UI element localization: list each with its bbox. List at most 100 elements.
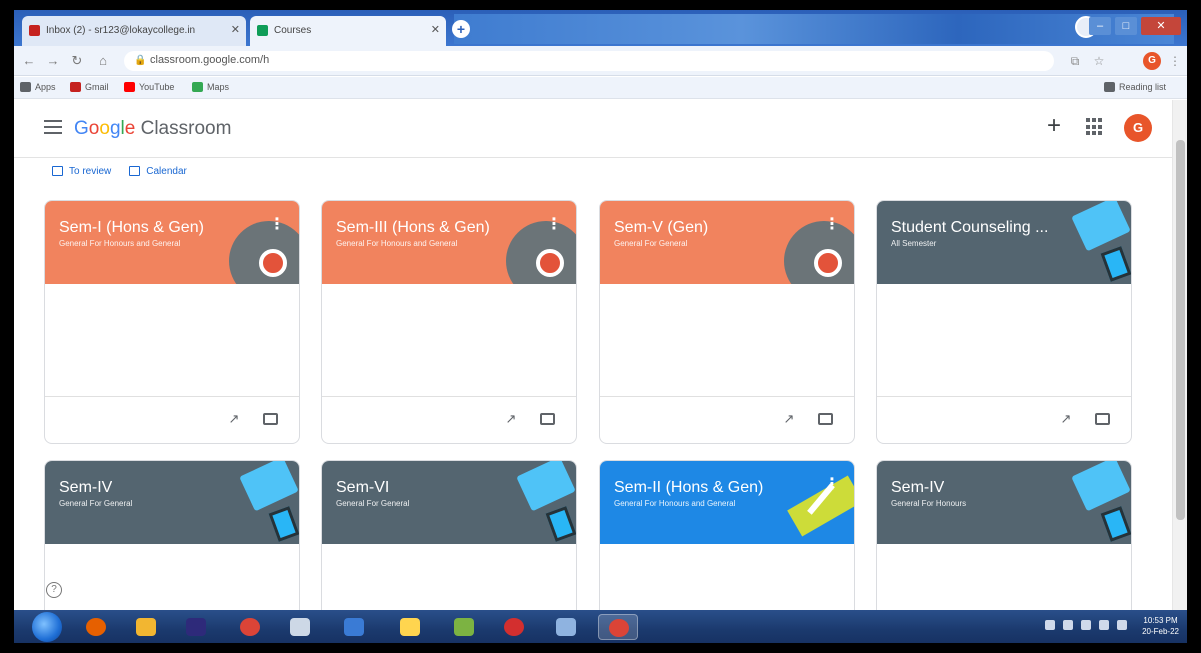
tray-battery-icon[interactable] xyxy=(1081,620,1091,630)
class-card[interactable]: Sem-VI General For General xyxy=(321,460,577,620)
scrollbar-thumb[interactable] xyxy=(1176,140,1185,520)
network-taskbar-icon[interactable] xyxy=(546,614,586,640)
to-review-link[interactable]: To review xyxy=(52,166,111,177)
class-card[interactable]: Sem-II (Hons & Gen) General For Honours … xyxy=(599,460,855,620)
page-scrollbar[interactable] xyxy=(1172,100,1187,610)
opera-taskbar-icon[interactable] xyxy=(494,614,534,640)
gradebook-trend-icon[interactable]: ↗ xyxy=(1057,411,1075,427)
url-field[interactable]: 🔒 classroom.google.com/h xyxy=(124,51,1054,71)
help-icon[interactable]: ? xyxy=(46,582,62,598)
bookmark-star-icon[interactable]: ☆ xyxy=(1090,52,1108,70)
gradebook-trend-icon[interactable]: ↗ xyxy=(502,411,520,427)
chrome-active-taskbar-icon[interactable] xyxy=(598,614,638,640)
calendar-link[interactable]: Calendar xyxy=(129,166,187,177)
card-decoration-dot xyxy=(536,249,564,277)
card-body xyxy=(877,284,1131,397)
card-options-icon[interactable]: ⋮ xyxy=(824,217,840,235)
bookmark-gmail[interactable]: Gmail xyxy=(70,82,109,92)
mail-icon xyxy=(344,618,364,636)
class-title[interactable]: Sem-II (Hons & Gen) xyxy=(614,479,763,497)
mail-taskbar-icon[interactable] xyxy=(334,614,374,640)
class-title[interactable]: Sem-IV xyxy=(891,479,944,497)
class-title[interactable]: Sem-IV xyxy=(59,479,112,497)
tray-volume-icon[interactable] xyxy=(1099,620,1109,630)
maximize-button[interactable]: □ xyxy=(1115,17,1137,35)
gmail-favicon-icon xyxy=(29,25,40,36)
card-options-icon[interactable]: ⋮ xyxy=(824,477,840,495)
card-decoration-tablet xyxy=(1100,506,1131,542)
bookmark-maps[interactable]: Maps xyxy=(192,82,229,92)
home-icon[interactable]: ⌂ xyxy=(94,52,112,70)
main-menu-icon[interactable] xyxy=(44,120,62,136)
firefox-taskbar-icon[interactable] xyxy=(76,614,116,640)
class-title[interactable]: Student Counseling ... xyxy=(891,219,1048,237)
windows-taskbar: 10:53 PM 20-Feb-22 xyxy=(14,610,1187,643)
bookmark-apps[interactable]: Apps xyxy=(20,82,56,92)
chrome-taskbar-icon[interactable] xyxy=(230,614,270,640)
close-icon[interactable]: ✕ xyxy=(431,23,440,36)
card-header: Sem-V (Gen) General For General ⋮ xyxy=(600,201,854,284)
class-title[interactable]: Sem-V (Gen) xyxy=(614,219,708,237)
close-icon[interactable]: ✕ xyxy=(231,23,240,36)
classroom-header: Google Classroom + G xyxy=(14,100,1172,158)
tray-flag-icon[interactable] xyxy=(1045,620,1055,630)
bookmark-youtube[interactable]: YouTube xyxy=(124,82,174,92)
folder-icon[interactable] xyxy=(263,413,278,425)
card-options-icon[interactable]: ⋮ xyxy=(269,217,285,235)
card-body xyxy=(600,544,854,619)
back-arrow-icon[interactable]: ← xyxy=(20,52,38,70)
close-window-button[interactable]: ✕ xyxy=(1141,17,1181,35)
class-card[interactable]: Sem-V (Gen) General For General ⋮ ↗ xyxy=(599,200,855,444)
google-classroom-logo[interactable]: Google Classroom xyxy=(74,118,231,140)
class-card[interactable]: Student Counseling ... All Semester ↗ xyxy=(876,200,1132,444)
gradebook-trend-icon[interactable]: ↗ xyxy=(225,411,243,427)
bookmark-label: YouTube xyxy=(139,82,175,92)
forward-arrow-icon[interactable]: → xyxy=(44,52,62,70)
class-card[interactable]: Sem-I (Hons & Gen) General For Honours a… xyxy=(44,200,300,444)
share-icon[interactable]: ⧉ xyxy=(1066,52,1084,70)
profile-button[interactable]: G xyxy=(1143,52,1161,70)
reading-list[interactable]: Reading list xyxy=(1104,82,1166,92)
account-avatar[interactable]: G xyxy=(1124,114,1152,142)
card-decoration-book xyxy=(1071,201,1131,252)
paint-taskbar-icon[interactable] xyxy=(444,614,484,640)
class-title[interactable]: Sem-VI xyxy=(336,479,389,497)
tray-keyboard-icon[interactable] xyxy=(1117,620,1127,630)
class-subtitle: General For General xyxy=(336,499,410,508)
tab-inbox[interactable]: Inbox (2) - sr123@lokaycollege.in ✕ xyxy=(22,16,246,46)
minimize-button[interactable]: – xyxy=(1089,17,1111,35)
start-button-icon[interactable] xyxy=(32,612,62,642)
explorer-taskbar-icon[interactable] xyxy=(126,614,166,640)
tray-network-icon[interactable] xyxy=(1063,620,1073,630)
folder-icon xyxy=(136,618,156,636)
screenshot-frame: Inbox (2) - sr123@lokaycollege.in ✕ Cour… xyxy=(0,0,1201,653)
create-join-class-button[interactable]: + xyxy=(1041,114,1067,140)
google-apps-icon[interactable] xyxy=(1086,118,1104,136)
document-taskbar-icon[interactable] xyxy=(280,614,320,640)
class-card[interactable]: Sem-IV General For General xyxy=(44,460,300,620)
clock-time: 10:53 PM xyxy=(1143,616,1178,625)
folder-icon[interactable] xyxy=(818,413,833,425)
class-title[interactable]: Sem-III (Hons & Gen) xyxy=(336,219,490,237)
tab-strip-background xyxy=(454,14,1174,44)
gradebook-trend-icon[interactable]: ↗ xyxy=(780,411,798,427)
class-card[interactable]: Sem-IV General For Honours xyxy=(876,460,1132,620)
notes-icon xyxy=(400,618,420,636)
class-title[interactable]: Sem-I (Hons & Gen) xyxy=(59,219,204,237)
card-options-icon[interactable]: ⋮ xyxy=(546,217,562,235)
notes-taskbar-icon[interactable] xyxy=(390,614,430,640)
tab-courses[interactable]: Courses ✕ xyxy=(250,16,446,46)
media-player-taskbar-icon[interactable] xyxy=(176,614,216,640)
card-header: Sem-IV General For Honours xyxy=(877,461,1131,544)
card-header: Sem-I (Hons & Gen) General For Honours a… xyxy=(45,201,299,284)
document-icon xyxy=(290,618,310,636)
taskbar-clock[interactable]: 10:53 PM 20-Feb-22 xyxy=(1142,615,1179,637)
folder-icon[interactable] xyxy=(1095,413,1110,425)
more-menu-icon[interactable]: ⋮ xyxy=(1166,52,1184,70)
class-subtitle: General For Honours xyxy=(891,499,967,508)
class-subtitle: General For General xyxy=(614,239,688,248)
folder-icon[interactable] xyxy=(540,413,555,425)
reload-icon[interactable]: ↻ xyxy=(68,52,86,70)
new-tab-button[interactable]: + xyxy=(452,20,470,38)
class-card[interactable]: Sem-III (Hons & Gen) General For Honours… xyxy=(321,200,577,444)
